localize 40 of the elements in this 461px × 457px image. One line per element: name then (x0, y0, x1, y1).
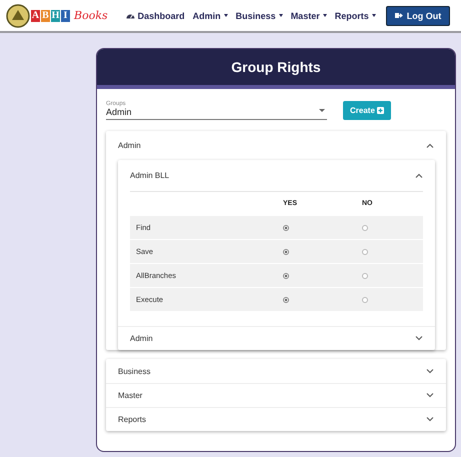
radio-button[interactable] (362, 297, 368, 304)
logo-letter: I (61, 10, 70, 22)
accordion-header[interactable]: Master (106, 383, 446, 407)
accordion-header[interactable]: Reports (106, 407, 446, 431)
sign-out-icon (394, 12, 403, 19)
plus-icon (376, 107, 384, 114)
card-title: Group Rights (231, 59, 321, 75)
chevron-down-icon[interactable] (415, 336, 423, 341)
logo-letter: H (51, 10, 60, 22)
logout-button[interactable]: Log Out (386, 6, 450, 26)
emblem-icon (6, 4, 30, 28)
radio-button[interactable] (362, 249, 368, 256)
caret-icon (224, 14, 228, 17)
radio-button[interactable] (283, 225, 289, 232)
nav-link[interactable]: Reports (334, 10, 376, 20)
radio-button[interactable] (362, 225, 368, 232)
chevron-down-icon[interactable] (426, 417, 434, 422)
logo-letter: B (41, 10, 50, 22)
logo-wordmark: Books (74, 9, 108, 22)
accordion-header[interactable]: Admin (118, 327, 435, 350)
chevron-down-icon[interactable] (426, 393, 434, 398)
chevron-up-icon[interactable] (426, 143, 434, 148)
radio-button[interactable] (283, 273, 289, 280)
chevron-down-icon[interactable] (426, 368, 434, 374)
accordion-header[interactable]: Business (106, 359, 446, 383)
nav-link[interactable]: Business (236, 10, 283, 20)
chevron-up-icon[interactable] (415, 173, 423, 178)
nav-link[interactable]: Dashboard (126, 10, 185, 20)
caret-icon (278, 14, 283, 17)
gauge-icon (126, 12, 135, 19)
accordion-header[interactable]: Admin (106, 131, 446, 160)
nav-link[interactable]: Master (290, 10, 327, 20)
radio-button[interactable] (283, 297, 289, 304)
caret-icon (372, 14, 376, 17)
radio-button[interactable] (283, 249, 289, 256)
accordion-header[interactable]: Admin BLL (118, 160, 435, 191)
caret-icon (322, 14, 327, 17)
radio-button[interactable] (362, 273, 368, 280)
nav-link[interactable]: Admin (192, 10, 228, 20)
logo-letter: A (31, 10, 40, 22)
